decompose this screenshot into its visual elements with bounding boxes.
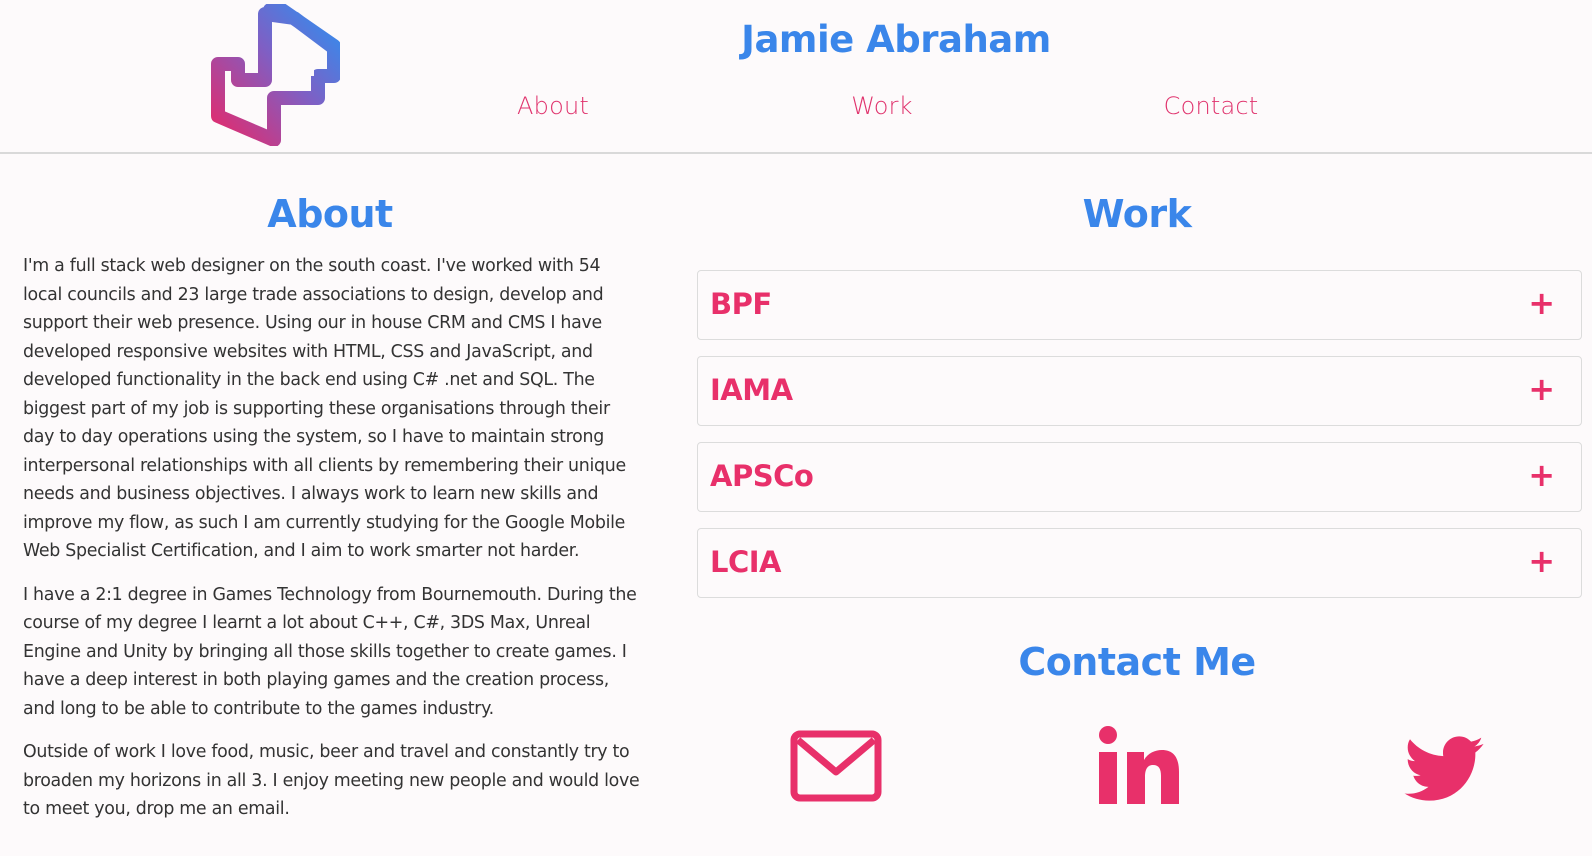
accordion-item-bpf[interactable]: BPF + xyxy=(697,270,1582,340)
expand-plus-icon[interactable]: + xyxy=(1528,285,1555,321)
site-title: Jamie Abraham xyxy=(741,18,1051,61)
nav-link-work[interactable]: Work xyxy=(851,92,913,120)
twitter-icon xyxy=(1404,736,1484,801)
accordion-item-lcia[interactable]: LCIA + xyxy=(697,528,1582,598)
nav-link-about[interactable]: About xyxy=(517,92,589,120)
about-paragraph: Outside of work I love food, music, beer… xyxy=(23,742,640,819)
main-nav: About Work Contact xyxy=(0,92,1592,128)
site-header: Jamie Abraham About Work Contact xyxy=(0,0,1592,154)
about-paragraph: I'm a full stack web designer on the sou… xyxy=(23,256,626,561)
email-link[interactable] xyxy=(790,730,882,804)
work-heading: Work xyxy=(1082,192,1192,236)
linkedin-icon xyxy=(1099,726,1179,804)
about-paragraph: I have a 2:1 degree in Games Technology … xyxy=(23,584,637,719)
expand-plus-icon[interactable]: + xyxy=(1528,457,1555,493)
nav-link-contact[interactable]: Contact xyxy=(1164,92,1259,120)
linkedin-link[interactable] xyxy=(1097,726,1181,806)
expand-plus-icon[interactable]: + xyxy=(1528,543,1555,579)
accordion-title: LCIA xyxy=(710,545,782,579)
about-text: I'm a full stack web designer on the sou… xyxy=(23,252,643,839)
accordion-title: BPF xyxy=(710,287,772,321)
about-heading: About xyxy=(267,192,393,236)
contact-heading: Contact Me xyxy=(1018,640,1256,684)
accordion-item-apsco[interactable]: APSCo + xyxy=(697,442,1582,512)
twitter-link[interactable] xyxy=(1404,736,1484,802)
accordion-item-iama[interactable]: IAMA + xyxy=(697,356,1582,426)
accordion-title: APSCo xyxy=(710,459,814,493)
mail-icon xyxy=(790,730,882,802)
accordion-title: IAMA xyxy=(710,373,793,407)
work-accordion: BPF + IAMA + APSCo + LCIA + xyxy=(697,270,1582,614)
expand-plus-icon[interactable]: + xyxy=(1528,371,1555,407)
